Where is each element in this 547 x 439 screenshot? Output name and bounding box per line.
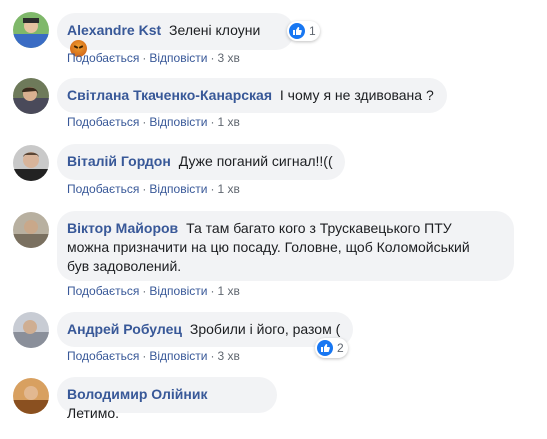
comment-text: був задоволений. (67, 258, 182, 274)
reply-link[interactable]: Відповісти (149, 349, 207, 363)
comment-time[interactable]: 1 хв (217, 284, 239, 298)
comment-author[interactable]: Володимир Олійник (67, 386, 207, 402)
like-link[interactable]: Подобається (67, 51, 139, 65)
comment-text: Летимо. (67, 405, 120, 421)
comment-author[interactable]: Світлана Ткаченко-Канарская (67, 87, 272, 103)
comment-time[interactable]: 1 хв (217, 115, 239, 129)
comment-time[interactable]: 3 хв (217, 51, 239, 65)
reaction-count-label: 1 (309, 24, 316, 38)
comment-text: Та там багато кого з Трускавецького ПТУ (186, 220, 452, 236)
avatar[interactable] (13, 12, 49, 48)
comment-text: Дуже поганий сигнал!!(( (178, 153, 333, 169)
comment-actions: Подобається · Відповісти · 1 хв (67, 283, 240, 299)
comment-time[interactable]: 3 хв (217, 349, 239, 363)
comment-bubble: Віктор Майоров Та там багато кого з Трус… (57, 211, 514, 281)
comment-text: можна призначити на цю посаду. Головне, … (67, 239, 470, 255)
avatar[interactable] (13, 212, 49, 248)
avatar[interactable] (13, 78, 49, 114)
comment-bubble: Андрей Робулец Зробили і його, разом ( (57, 312, 353, 347)
separator: · (210, 284, 215, 298)
comment-author[interactable]: Alexandre Kst (67, 22, 161, 38)
comment-text-line: Віктор Майоров Та там багато кого з Трус… (67, 219, 502, 238)
like-link[interactable]: Подобається (67, 182, 139, 196)
reaction-count[interactable]: 2 (315, 338, 348, 358)
reply-link[interactable]: Відповісти (149, 115, 207, 129)
comment-actions: Подобається · Відповісти · 1 хв (67, 114, 240, 130)
comment-actions: Подобається · Відповісти · 3 хв (67, 50, 240, 66)
avatar[interactable] (13, 378, 49, 414)
comment-author[interactable]: Віталій Гордон (67, 153, 171, 169)
reaction-count-label: 2 (337, 341, 344, 355)
comment-actions: Подобається · Відповісти · 3 хв (67, 348, 240, 364)
separator: · (142, 284, 147, 298)
reaction-count[interactable]: 1 (287, 21, 320, 41)
separator: · (210, 349, 215, 363)
reply-link[interactable]: Відповісти (149, 182, 207, 196)
comment-bubble: Віталій Гордон Дуже поганий сигнал!!(( (57, 144, 345, 180)
comment-actions: Подобається · Відповісти · 1 хв (67, 181, 240, 197)
separator: · (142, 349, 147, 363)
like-icon (289, 23, 305, 39)
separator: · (210, 115, 215, 129)
like-icon (317, 340, 333, 356)
comment-author[interactable]: Андрей Робулец (67, 321, 182, 337)
avatar[interactable] (13, 312, 49, 348)
avatar[interactable] (13, 145, 49, 181)
comment-time[interactable]: 1 хв (217, 182, 239, 196)
reply-link[interactable]: Відповісти (149, 51, 207, 65)
separator: · (210, 51, 215, 65)
comment-text: Зелені клоуни (169, 22, 261, 38)
comment-bubble: Світлана Ткаченко-Канарская І чому я не … (57, 78, 447, 113)
comment-text: І чому я не здивована ? (279, 87, 434, 103)
like-link[interactable]: Подобається (67, 284, 139, 298)
separator: · (142, 182, 147, 196)
separator: · (142, 115, 147, 129)
separator: · (210, 182, 215, 196)
comment-text: Зробили і його, разом ( (189, 321, 341, 337)
comment-bubble: Володимир Олійник Летимо. (57, 377, 277, 421)
comment-bubble: Alexandre Kst Зелені клоуни (57, 13, 294, 57)
separator: · (142, 51, 147, 65)
reply-link[interactable]: Відповісти (149, 284, 207, 298)
like-link[interactable]: Подобається (67, 115, 139, 129)
comment-author[interactable]: Віктор Майоров (67, 220, 178, 236)
like-link[interactable]: Подобається (67, 349, 139, 363)
